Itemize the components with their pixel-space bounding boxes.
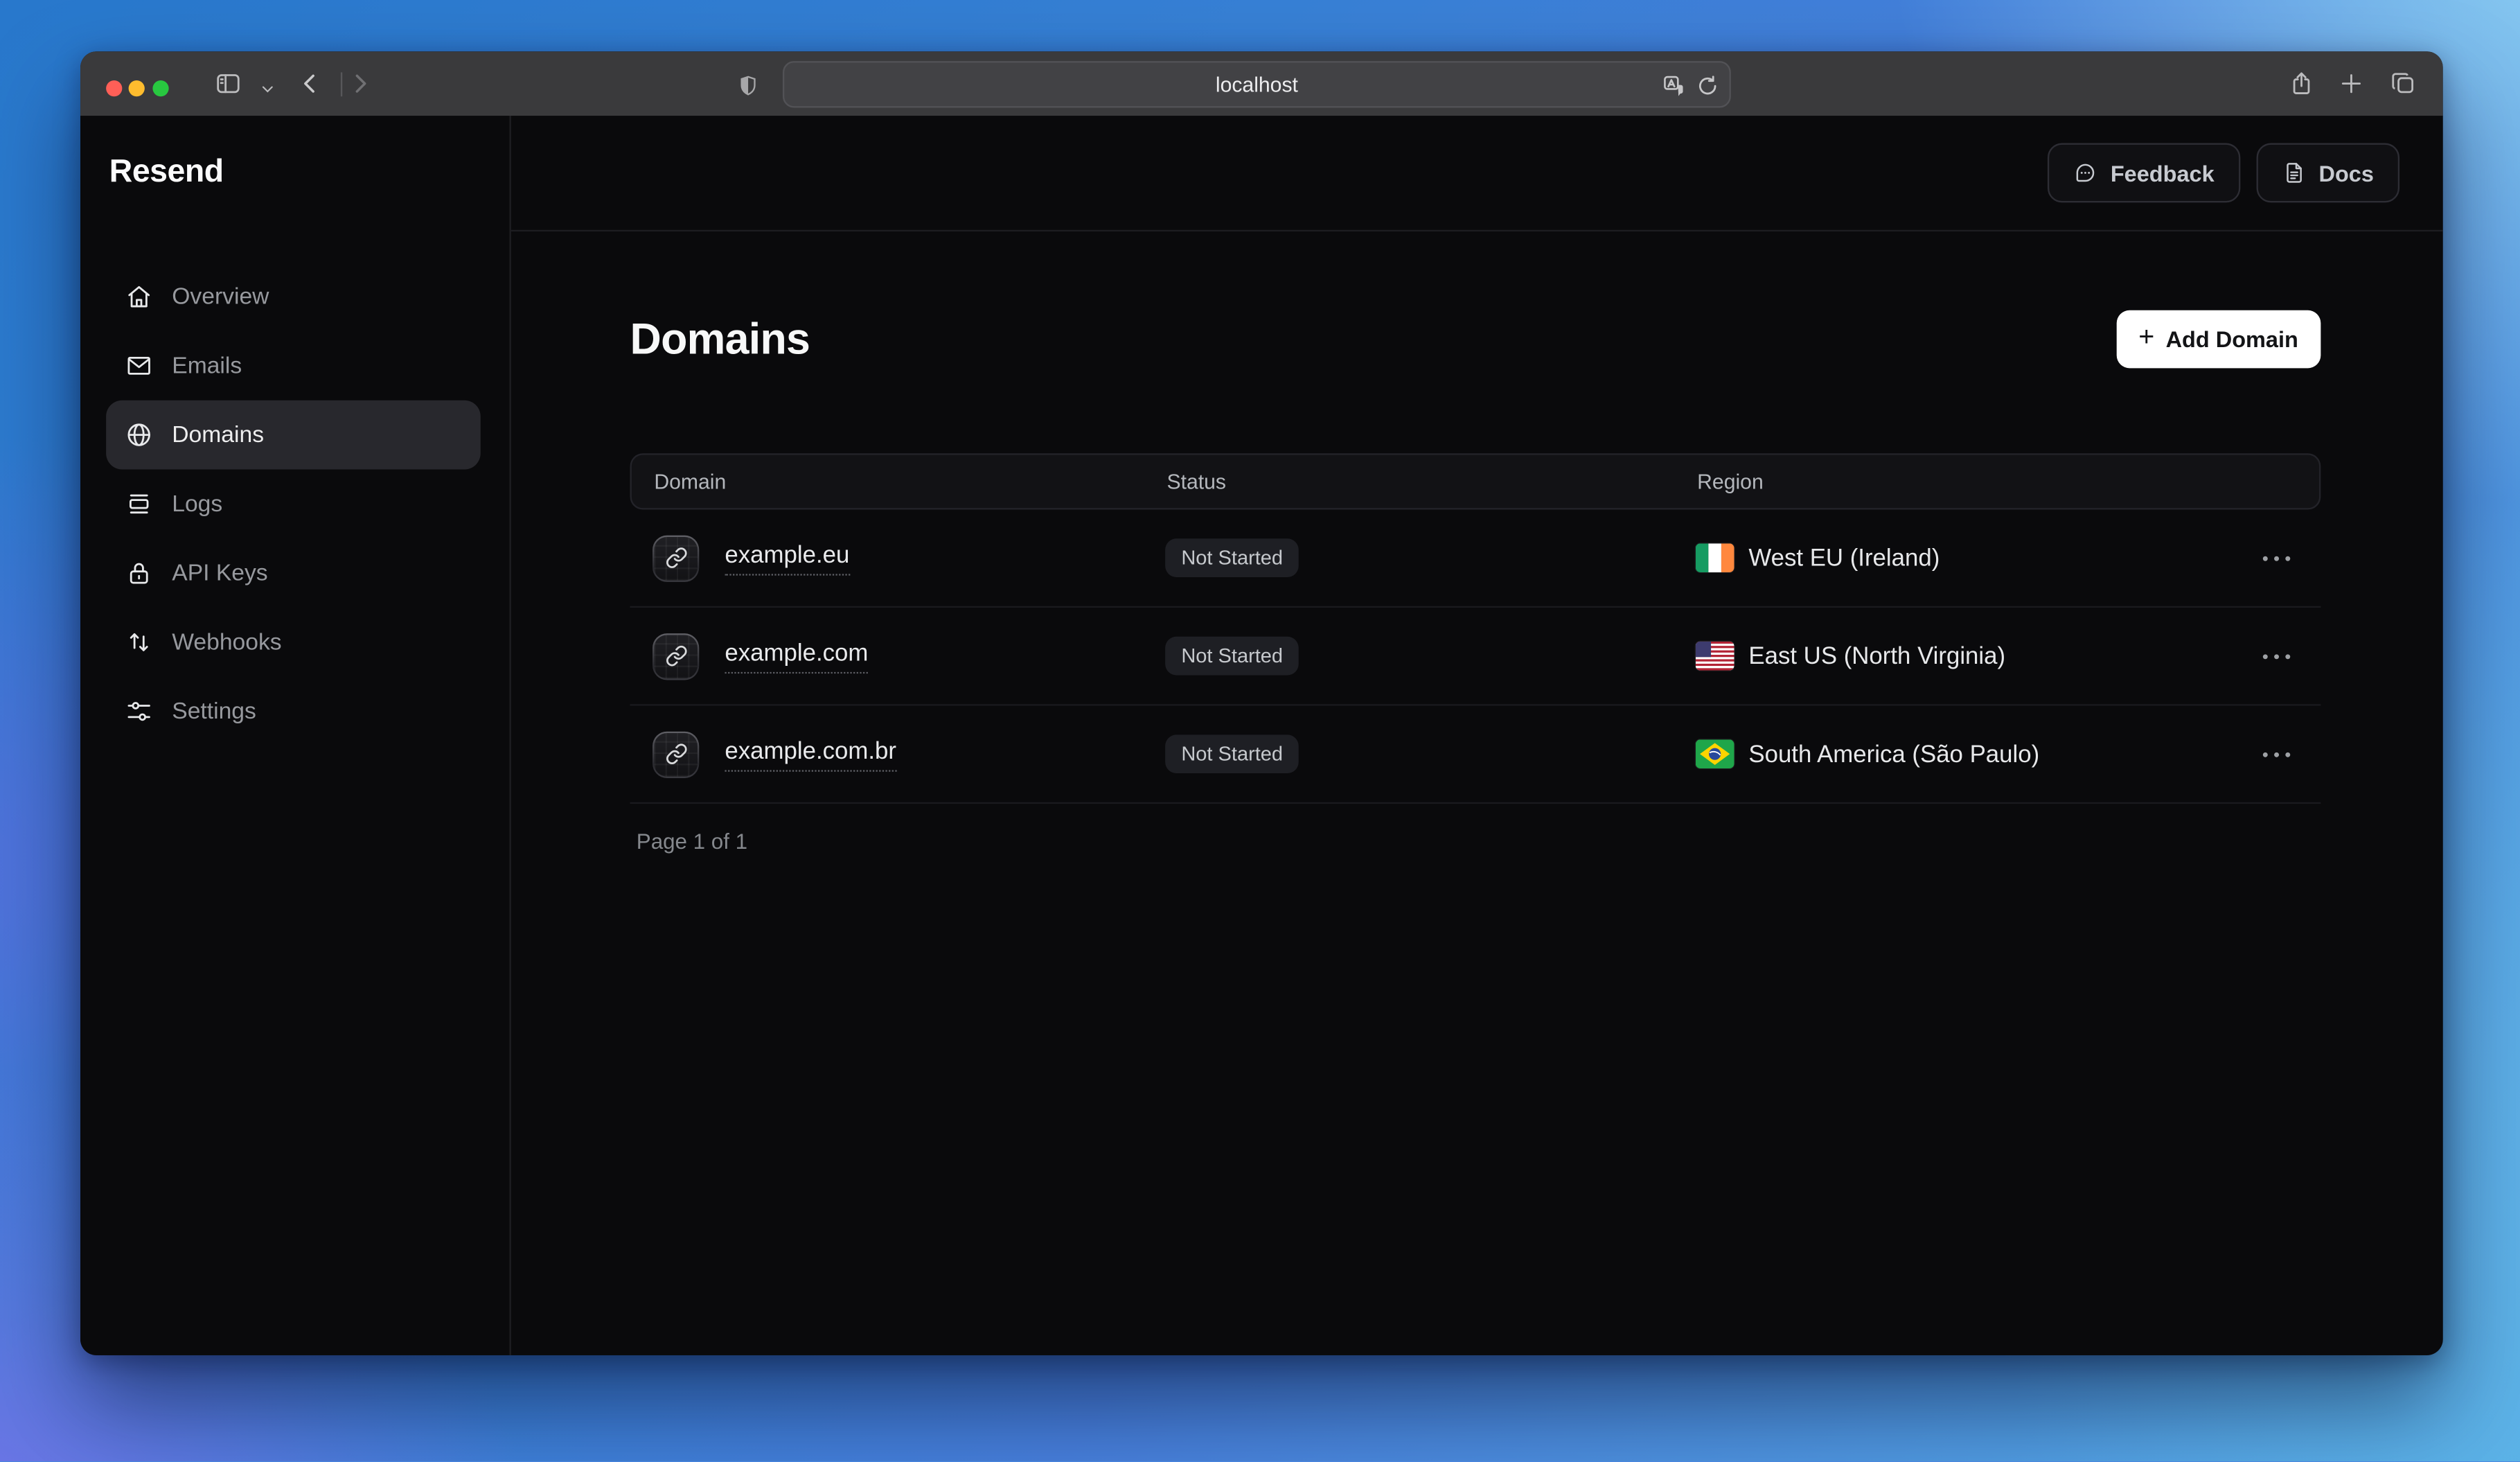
column-domain: Domain <box>654 470 1166 494</box>
sidebar-nav: Overview Emails <box>80 262 509 746</box>
sliders-icon <box>125 698 152 725</box>
forward-button[interactable] <box>346 69 375 98</box>
address-bar[interactable]: localhost <box>783 61 1731 107</box>
pagination-label: Page 1 of 1 <box>637 830 2321 854</box>
main-header: Feedback Docs <box>511 116 2443 231</box>
domains-table: Domain Status Region <box>630 454 2321 854</box>
docs-button-label: Docs <box>2319 160 2374 186</box>
chevron-down-icon[interactable] <box>252 74 281 103</box>
us-flag <box>1696 642 1734 671</box>
link-icon <box>653 633 699 679</box>
link-icon <box>653 731 699 777</box>
resend-logo[interactable]: Resend <box>109 155 510 191</box>
minimize-window-button[interactable] <box>129 80 145 96</box>
column-region: Region <box>1697 470 2251 494</box>
docs-icon <box>2282 161 2306 185</box>
region-label: West EU (Ireland) <box>1748 545 1940 572</box>
add-domain-label: Add Domain <box>2166 326 2298 352</box>
sidebar-item-domains[interactable]: Domains <box>106 400 481 470</box>
desktop-wallpaper: localhost <box>0 0 2520 1461</box>
domain-link[interactable]: example.com.br <box>725 737 896 771</box>
domains-page: Domains + Add Domain Domain Status Regio… <box>511 231 2443 854</box>
title-row: Domains + Add Domain <box>630 281 2321 397</box>
table-header: Domain Status Region <box>630 454 2321 510</box>
logs-icon <box>125 491 152 518</box>
sidebar-item-emails[interactable]: Emails <box>106 331 481 400</box>
feedback-icon <box>2073 161 2097 185</box>
arrows-up-down-icon <box>125 628 152 655</box>
sidebar: Resend Overview <box>80 116 511 1355</box>
sidebar-toggle-icon[interactable] <box>214 69 243 98</box>
browser-window: localhost <box>80 51 2443 1355</box>
sidebar-item-label: API Keys <box>172 561 267 586</box>
ireland-flag <box>1696 544 1734 573</box>
feedback-button-label: Feedback <box>2111 160 2215 186</box>
add-domain-button[interactable]: + Add Domain <box>2116 310 2321 369</box>
back-button[interactable] <box>296 69 325 98</box>
sidebar-item-api-keys[interactable]: API Keys <box>106 538 481 608</box>
sidebar-item-logs[interactable]: Logs <box>106 469 481 538</box>
close-window-button[interactable] <box>105 80 121 96</box>
row-menu-button[interactable] <box>2253 738 2298 770</box>
column-status: Status <box>1166 470 1697 494</box>
sidebar-item-label: Overview <box>172 284 269 310</box>
page-title: Domains <box>630 310 810 369</box>
address-bar-url: localhost <box>1216 72 1298 96</box>
tab-overview-icon[interactable] <box>2388 69 2417 98</box>
sidebar-item-label: Logs <box>172 491 222 517</box>
globe-icon <box>125 421 152 448</box>
feedback-button[interactable]: Feedback <box>2048 143 2239 202</box>
link-icon <box>653 535 699 581</box>
main-area: Feedback Docs Domains <box>511 116 2443 1355</box>
mail-icon <box>125 352 152 379</box>
reload-icon[interactable] <box>1696 74 1720 98</box>
home-icon <box>125 283 152 310</box>
sidebar-item-overview[interactable]: Overview <box>106 262 481 331</box>
row-menu-button[interactable] <box>2253 640 2298 672</box>
privacy-shield-icon[interactable] <box>733 71 762 100</box>
sidebar-item-webhooks[interactable]: Webhooks <box>106 608 481 677</box>
titlebar-divider <box>341 72 342 96</box>
sidebar-item-label: Webhooks <box>172 629 281 655</box>
zoom-window-button[interactable] <box>152 80 168 96</box>
domain-link[interactable]: example.eu <box>725 541 849 575</box>
region-label: South America (São Paulo) <box>1748 741 2039 768</box>
table-row: example.com.br Not Started <box>630 706 2321 804</box>
region-label: East US (North Virginia) <box>1748 642 2005 669</box>
sidebar-item-label: Domains <box>172 422 264 448</box>
status-badge: Not Started <box>1165 637 1299 676</box>
sidebar-item-label: Settings <box>172 698 256 724</box>
app-root: Resend Overview <box>80 116 2443 1355</box>
lock-icon <box>125 559 152 586</box>
plus-icon: + <box>2138 322 2154 353</box>
new-tab-icon[interactable] <box>2337 69 2366 98</box>
sidebar-item-settings[interactable]: Settings <box>106 677 481 746</box>
share-icon[interactable] <box>2287 69 2316 98</box>
table-row: example.eu Not Started West EU (Ireland) <box>630 510 2321 608</box>
sidebar-item-label: Emails <box>172 353 242 378</box>
browser-titlebar: localhost <box>80 51 2443 116</box>
stage: localhost <box>0 0 2520 1461</box>
domain-link[interactable]: example.com <box>725 640 868 673</box>
row-menu-button[interactable] <box>2253 542 2298 574</box>
status-badge: Not Started <box>1165 539 1299 578</box>
status-badge: Not Started <box>1165 735 1299 774</box>
table-row: example.com Not Started <box>630 608 2321 706</box>
brazil-flag <box>1696 740 1734 769</box>
translate-icon[interactable] <box>1662 74 1686 98</box>
docs-button[interactable]: Docs <box>2256 143 2399 202</box>
